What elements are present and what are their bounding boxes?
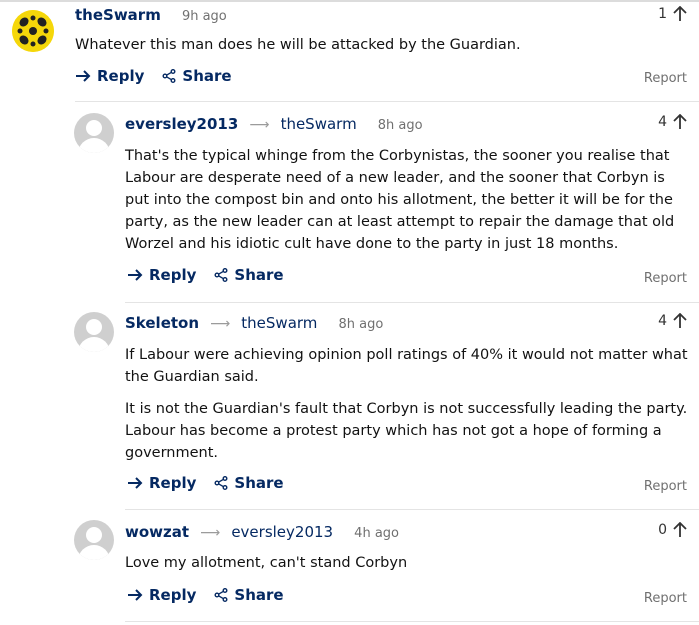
divider [75,101,699,102]
share-label: Share [234,266,284,284]
default-user-icon [86,120,102,136]
vote-count: 0 [658,522,667,538]
reply-label: Reply [149,266,197,284]
comment-body: Whatever this man does he will be attack… [75,34,685,66]
share-button[interactable]: Share [214,586,284,604]
reply-to-username[interactable]: theSwarm [241,314,317,332]
divider [125,302,699,303]
comment-actions: Reply Share [127,586,284,604]
reply-arrow-icon [128,589,143,601]
vote-count: 1 [658,6,667,22]
timestamp[interactable]: 9h ago [182,9,227,24]
comment-paragraph: That's the typical whinge from the Corby… [125,148,675,252]
report-link[interactable]: Report [644,479,687,494]
comment-paragraph: It is not the Guardian's fault that Corb… [125,401,688,461]
up-arrow-icon[interactable] [673,522,687,538]
reply-button[interactable]: Reply [127,586,196,604]
divider [125,621,699,622]
share-icon [214,588,228,602]
comment-paragraph: If Labour were achieving opinion poll ra… [125,347,688,385]
default-user-icon-body [78,337,110,352]
reply-arrow-icon [76,70,91,82]
avatar[interactable] [12,10,54,52]
reply-arrow-icon [128,477,143,489]
vote-count: 4 [658,313,667,329]
username[interactable]: theSwarm [75,6,161,24]
share-button[interactable]: Share [214,474,284,492]
share-icon [214,476,228,490]
comment-meta: wowzat ⟶ eversley2013 4h ago [125,522,399,541]
reply-label: Reply [97,67,145,85]
report-link[interactable]: Report [644,271,687,286]
username[interactable]: eversley2013 [125,115,238,133]
share-label: Share [182,67,232,85]
share-label: Share [234,474,284,492]
avatar[interactable] [74,520,114,560]
vote-count: 4 [658,114,667,130]
comment-body: Love my allotment, can't stand Corbyn [125,552,691,584]
reply-label: Reply [149,474,197,492]
report-link[interactable]: Report [644,71,687,86]
comment-meta: theSwarm 9h ago [75,5,227,24]
username[interactable]: wowzat [125,523,189,541]
timestamp[interactable]: 8h ago [378,118,423,133]
share-button[interactable]: Share [214,266,284,284]
share-icon [162,69,176,83]
comment-actions: Reply Share [127,474,284,492]
report-link[interactable]: Report [644,591,687,606]
reply-button[interactable]: Reply [127,266,196,284]
comment-meta: eversley2013 ⟶ theSwarm 8h ago [125,114,423,133]
share-icon [214,268,228,282]
default-user-icon [86,527,102,543]
timestamp[interactable]: 4h ago [354,526,399,541]
reply-button[interactable]: Reply [127,474,196,492]
up-arrow-icon[interactable] [673,114,687,130]
comment-actions: Reply Share [75,67,232,85]
reply-to-username[interactable]: theSwarm [281,115,357,133]
reply-to-username[interactable]: eversley2013 [231,523,333,541]
username[interactable]: Skeleton [125,314,199,332]
top-border [0,0,699,2]
timestamp[interactable]: 8h ago [339,317,384,332]
reply-button[interactable]: Reply [75,67,144,85]
comment-paragraph: Whatever this man does he will be attack… [75,37,521,53]
up-arrow-icon[interactable] [673,6,687,22]
comment-paragraph: Love my allotment, can't stand Corbyn [125,555,408,571]
divider [125,509,699,510]
share-label: Share [234,586,284,604]
share-button[interactable]: Share [162,67,232,85]
default-user-icon-body [78,545,110,560]
default-user-icon [86,319,102,335]
comment-body: That's the typical whinge from the Corby… [125,145,691,265]
reply-arrow-icon [128,269,143,281]
avatar[interactable] [74,312,114,352]
right-arrow-icon: ⟶ [200,525,221,541]
vote-control: 1 [658,6,687,22]
comment-body: If Labour were achieving opinion poll ra… [125,344,695,474]
right-arrow-icon: ⟶ [210,316,231,332]
reply-label: Reply [149,586,197,604]
vote-control: 4 [658,313,687,329]
avatar[interactable] [74,113,114,153]
right-arrow-icon: ⟶ [249,117,270,133]
default-user-icon-body [78,138,110,153]
comment-actions: Reply Share [127,266,284,284]
vote-control: 0 [658,522,687,538]
up-arrow-icon[interactable] [673,313,687,329]
vote-control: 4 [658,114,687,130]
swarm-avatar-icon [12,10,54,52]
comment-meta: Skeleton ⟶ theSwarm 8h ago [125,313,383,332]
